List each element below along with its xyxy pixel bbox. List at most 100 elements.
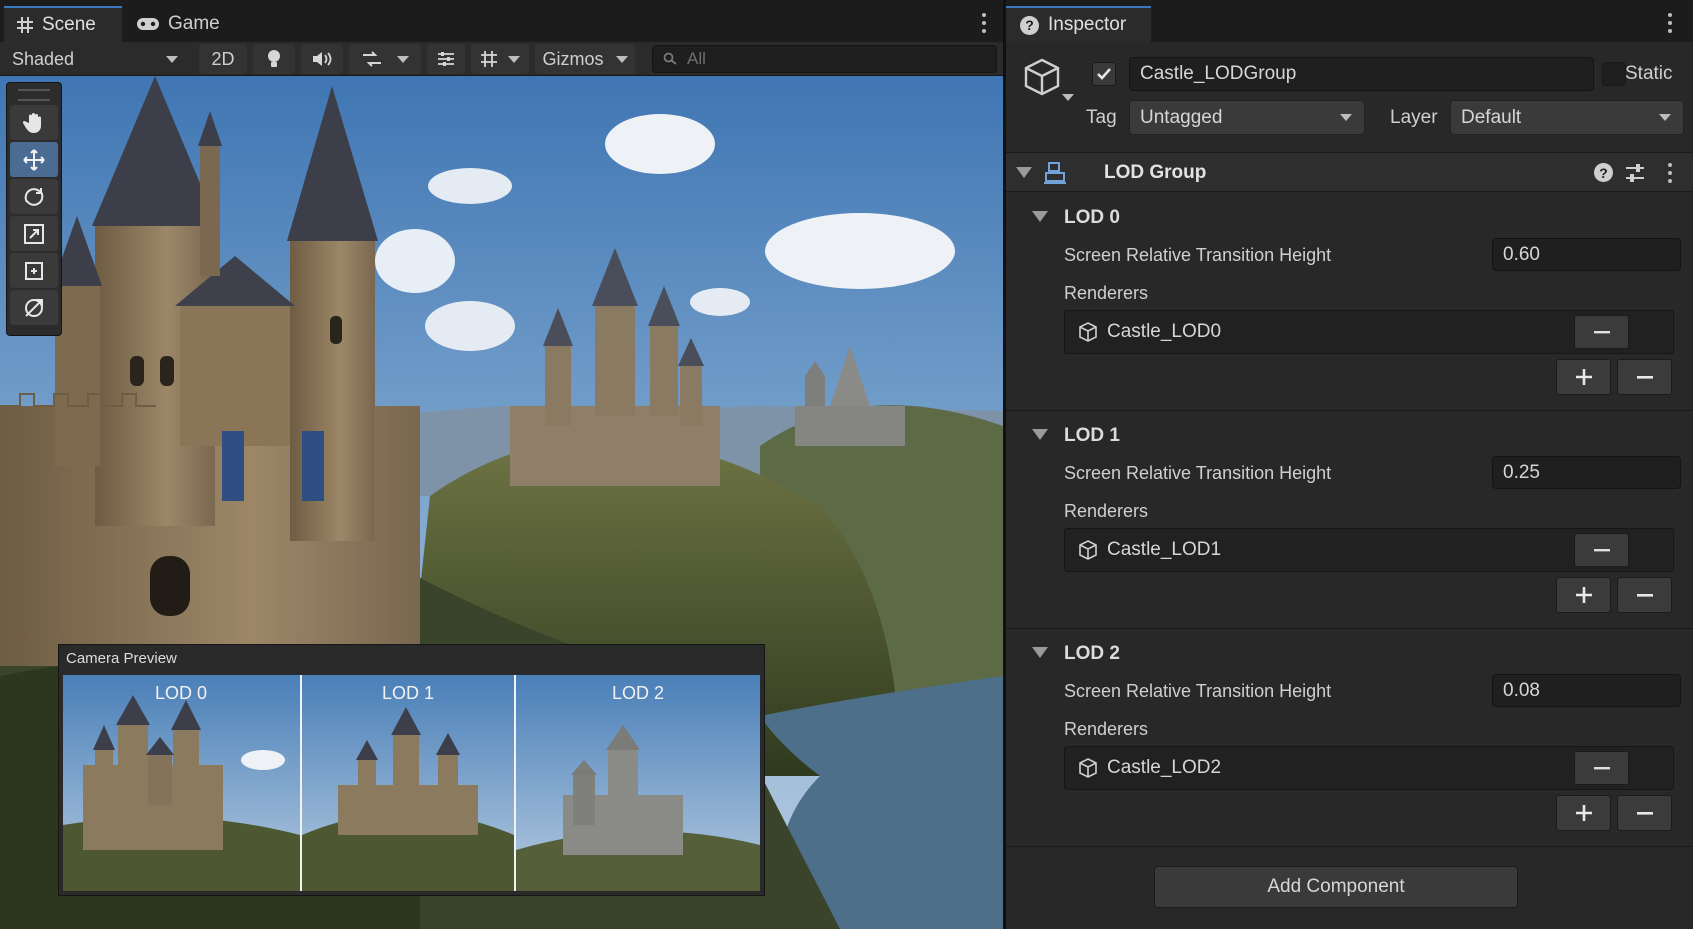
rect-tool-button[interactable] bbox=[10, 253, 58, 288]
rect-transform-icon bbox=[22, 259, 46, 283]
lod0-remove-renderer-button[interactable] bbox=[1574, 315, 1629, 349]
lod0-section: LOD 0 Screen Relative Transition Height … bbox=[1006, 193, 1693, 411]
layer-value: Default bbox=[1461, 106, 1522, 128]
fold-arrow-icon[interactable] bbox=[1016, 167, 1032, 178]
move-tool-button[interactable] bbox=[10, 142, 58, 177]
lod2-preview bbox=[516, 675, 760, 891]
checkmark-icon bbox=[1095, 65, 1113, 83]
tag-dropdown[interactable]: Untagged bbox=[1129, 100, 1365, 135]
fold-arrow-icon[interactable] bbox=[1032, 211, 1048, 222]
info-icon: ? bbox=[1020, 15, 1039, 35]
lod-group-component-header[interactable]: LOD Group ? bbox=[1006, 152, 1693, 192]
lod0-transition-value: 0.60 bbox=[1503, 243, 1540, 265]
chevron-down-icon bbox=[1340, 114, 1352, 121]
audio-toggle-button[interactable] bbox=[301, 44, 343, 74]
tab-scene-label: Scene bbox=[42, 14, 96, 35]
transform-tool-button[interactable] bbox=[10, 290, 58, 325]
tab-scene[interactable]: Scene bbox=[4, 6, 122, 42]
grid-dropdown[interactable] bbox=[471, 44, 529, 74]
layer-dropdown[interactable]: Default bbox=[1450, 100, 1684, 135]
minus-icon bbox=[1593, 766, 1610, 770]
shading-mode-label: Shaded bbox=[12, 48, 75, 69]
minus-icon bbox=[1636, 593, 1653, 597]
lod0-transition-input[interactable]: 0.60 bbox=[1492, 238, 1681, 271]
gizmos-label: Gizmos bbox=[542, 48, 604, 69]
lod0-preview bbox=[63, 675, 300, 891]
lod0-add-button[interactable] bbox=[1556, 359, 1611, 395]
toolstrip-grip[interactable] bbox=[18, 89, 50, 101]
hash-grid-icon bbox=[16, 16, 34, 34]
inspector-panel: ? Inspector Castle_LODGroup Static Tag U… bbox=[1006, 0, 1693, 929]
scene-toolbar: Shaded 2D Gizmos All bbox=[0, 42, 1003, 76]
tab-inspector[interactable]: ? Inspector bbox=[1006, 6, 1151, 42]
scene-search-input[interactable]: All bbox=[652, 45, 997, 73]
camera-preview-thumbnails: LOD 0 LOD 1 LOD 2 bbox=[63, 675, 760, 891]
help-icon[interactable]: ? bbox=[1594, 163, 1613, 182]
shading-mode-dropdown[interactable]: Shaded bbox=[2, 44, 188, 74]
lod2-transition-input[interactable]: 0.08 bbox=[1492, 674, 1681, 707]
fold-arrow-icon[interactable] bbox=[1032, 647, 1048, 658]
active-checkbox[interactable] bbox=[1092, 62, 1116, 86]
fold-arrow-icon[interactable] bbox=[1032, 429, 1048, 440]
tab-inspector-label: Inspector bbox=[1048, 14, 1127, 35]
gameobject-icon[interactable] bbox=[1022, 56, 1074, 106]
lod1-title: LOD 1 bbox=[1064, 425, 1120, 446]
inspector-more-icon[interactable] bbox=[1660, 9, 1680, 37]
lighting-toggle-button[interactable] bbox=[253, 44, 295, 74]
static-checkbox[interactable] bbox=[1602, 62, 1626, 86]
gizmos-dropdown[interactable]: Gizmos bbox=[535, 44, 635, 74]
lod1-transition-input[interactable]: 0.25 bbox=[1492, 456, 1681, 489]
lod2-transition-label: Screen Relative Transition Height bbox=[1064, 681, 1332, 701]
hand-tool-button[interactable] bbox=[10, 105, 58, 140]
camera-preview-title: Camera Preview bbox=[66, 650, 177, 667]
lod2-add-button[interactable] bbox=[1556, 795, 1611, 831]
component-more-icon[interactable] bbox=[1660, 159, 1680, 187]
tab-game-label: Game bbox=[168, 13, 220, 34]
camera-preview-window[interactable]: Camera Preview LOD 0 LOD 1 LOD 2 bbox=[58, 644, 765, 896]
minus-icon bbox=[1593, 548, 1610, 552]
hidden-objects-toggle[interactable] bbox=[427, 44, 465, 74]
tab-game[interactable]: Game bbox=[124, 6, 234, 42]
lightbulb-icon bbox=[266, 49, 282, 69]
lod2-remove-renderer-button[interactable] bbox=[1574, 751, 1629, 785]
lod0-remove-button[interactable] bbox=[1617, 359, 1672, 395]
lod2-remove-button[interactable] bbox=[1617, 795, 1672, 831]
lod1-preview-label: LOD 1 bbox=[382, 683, 434, 703]
scale-tool-button[interactable] bbox=[10, 216, 58, 251]
lod2-preview-label: LOD 2 bbox=[612, 683, 664, 703]
transform-icon bbox=[22, 296, 46, 320]
inspector-tabbar: ? Inspector bbox=[1006, 0, 1693, 42]
visibility-sliders-icon bbox=[436, 50, 456, 68]
toggle-2d-button[interactable]: 2D bbox=[199, 44, 247, 74]
lod2-section: LOD 2 Screen Relative Transition Height … bbox=[1006, 629, 1693, 847]
mesh-cube-icon bbox=[1077, 757, 1099, 779]
lod1-renderer-name: Castle_LOD1 bbox=[1107, 539, 1222, 560]
chevron-down-icon bbox=[615, 55, 628, 63]
lod1-remove-renderer-button[interactable] bbox=[1574, 533, 1629, 567]
lod2-renderers-label: Renderers bbox=[1064, 719, 1149, 739]
lod1-transition-label: Screen Relative Transition Height bbox=[1064, 463, 1332, 483]
gamepad-icon bbox=[136, 16, 160, 32]
lod1-add-button[interactable] bbox=[1556, 577, 1611, 613]
scene-more-icon[interactable] bbox=[974, 9, 994, 37]
presets-icon[interactable] bbox=[1624, 162, 1646, 184]
object-name-field[interactable]: Castle_LODGroup bbox=[1129, 57, 1594, 91]
effects-dropdown[interactable] bbox=[349, 44, 421, 74]
component-title: LOD Group bbox=[1104, 162, 1207, 183]
search-placeholder: All bbox=[687, 49, 706, 68]
add-component-button[interactable]: Add Component bbox=[1154, 866, 1518, 908]
rotate-icon bbox=[22, 185, 46, 209]
lod1-remove-button[interactable] bbox=[1617, 577, 1672, 613]
move-arrows-icon bbox=[22, 148, 46, 172]
scene-tabbar: Scene Game bbox=[0, 0, 1003, 42]
chevron-down-icon bbox=[508, 55, 520, 63]
tag-label: Tag bbox=[1086, 107, 1117, 128]
effects-icon bbox=[361, 50, 383, 68]
object-name-value: Castle_LODGroup bbox=[1140, 63, 1297, 84]
plus-icon bbox=[1575, 586, 1593, 604]
grid-icon bbox=[480, 50, 498, 68]
rotate-tool-button[interactable] bbox=[10, 179, 58, 214]
minus-icon bbox=[1636, 811, 1653, 815]
minus-icon bbox=[1593, 330, 1610, 334]
tag-value: Untagged bbox=[1140, 106, 1223, 128]
